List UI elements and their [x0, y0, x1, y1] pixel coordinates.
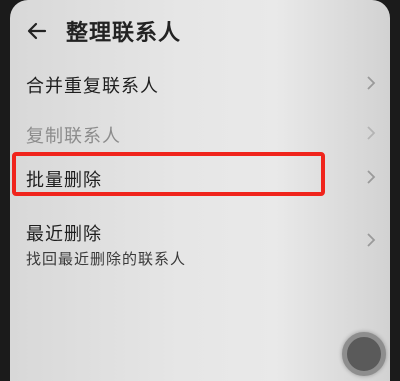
assistive-touch-icon[interactable] — [342, 332, 386, 376]
highlight-annotation-box — [12, 152, 325, 196]
item-subtitle: 找回最近删除的联系人 — [26, 250, 187, 268]
item-label: 最近删除 — [26, 224, 102, 245]
back-arrow-icon[interactable] — [26, 20, 48, 42]
list-item-recently-deleted[interactable]: 最近删除 找回最近删除的联系人 — [10, 212, 390, 274]
chevron-right-icon — [367, 170, 376, 184]
chevron-right-icon — [367, 126, 376, 140]
chevron-right-icon — [367, 76, 376, 90]
chevron-right-icon — [367, 233, 376, 247]
page-title: 整理联系人 — [66, 21, 182, 46]
list-item-merge-duplicates[interactable]: 合并重复联系人 — [10, 64, 390, 104]
header: 整理联系人 — [10, 0, 390, 64]
list-item-copy-contacts[interactable]: 复制联系人 — [10, 114, 390, 154]
item-label: 复制联系人 — [26, 126, 121, 147]
item-label: 合并重复联系人 — [26, 76, 159, 97]
screen: 整理联系人 合并重复联系人 复制联系人 批量删除 最近删除 找回最近删除的联系人 — [10, 0, 390, 381]
